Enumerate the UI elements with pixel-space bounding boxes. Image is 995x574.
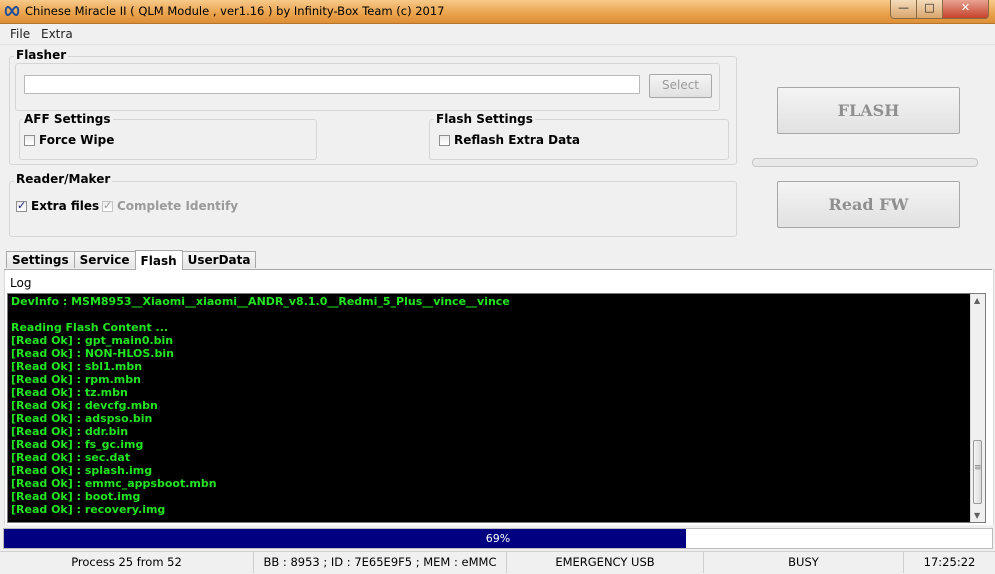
progress-bar: 69%: [3, 528, 993, 549]
log-line: [Read Ok] : gpt_main0.bin: [11, 334, 174, 347]
scroll-down-arrow-icon[interactable]: ▼: [974, 511, 980, 520]
side-progress-bar: [752, 158, 978, 167]
infinity-icon: [4, 5, 20, 17]
log-line: [Read Ok] : devcfg.mbn: [11, 399, 158, 412]
status-bar: Process 25 from 52 BB : 8953 ; ID : 7E65…: [0, 551, 995, 574]
tab-service[interactable]: Service: [73, 251, 136, 268]
flash-settings-label: Flash Settings: [434, 112, 535, 126]
aff-settings-label: AFF Settings: [22, 112, 113, 126]
extra-files-label: Extra files: [31, 199, 100, 213]
log-label: Log: [10, 276, 32, 290]
log-line: DevInfo : MSM8953__Xiaomi__xiaomi__ANDR_…: [11, 295, 510, 308]
status-state: BUSY: [704, 552, 904, 573]
log-console[interactable]: DevInfo : MSM8953__Xiaomi__xiaomi__ANDR_…: [7, 293, 986, 523]
tab-strip: Settings Service Flash UserData: [6, 250, 257, 270]
checkbox-box[interactable]: [24, 134, 35, 146]
force-wipe-label: Force Wipe: [39, 133, 115, 147]
tab-flash[interactable]: Flash: [134, 250, 183, 270]
reader-maker-label: Reader/Maker: [14, 172, 113, 186]
log-line: [Read Ok] : rpm.mbn: [11, 373, 141, 386]
scroll-up-arrow-icon[interactable]: ▲: [974, 296, 980, 305]
log-line: [Read Ok] : boot.img: [11, 490, 141, 503]
menu-bar: File Extra: [0, 24, 995, 45]
progress-percent: 69%: [485, 532, 511, 545]
log-line: [Read Ok] : fs_gc.img: [11, 438, 144, 451]
status-device-info: BB : 8953 ; ID : 7E65E9F5 ; MEM : eMMC: [254, 552, 507, 573]
close-button[interactable]: ✕: [943, 0, 989, 19]
extra-files-checkbox[interactable]: Extra files: [16, 199, 99, 213]
log-line: [Read Ok] : splash.img: [11, 464, 153, 477]
log-line: [Read Ok] : sbl1.mbn: [11, 360, 143, 373]
log-line: [Read Ok] : ddr.bin: [11, 425, 129, 438]
complete-identify-checkbox: Complete Identify: [102, 199, 238, 213]
log-line: [Read Ok] : NON-HLOS.bin: [11, 347, 174, 360]
status-process: Process 25 from 52: [0, 552, 254, 573]
read-fw-button[interactable]: Read FW: [777, 181, 960, 228]
tab-userdata[interactable]: UserData: [181, 251, 257, 268]
title-bar: Chinese Miracle II ( QLM Module , ver1.1…: [0, 0, 995, 24]
reflash-extra-data-label: Reflash Extra Data: [454, 133, 580, 147]
complete-identify-label: Complete Identify: [117, 199, 239, 213]
tab-settings[interactable]: Settings: [6, 251, 75, 268]
menu-extra[interactable]: Extra: [41, 27, 73, 41]
log-line: [Read Ok] : emmc_appsboot.mbn: [11, 477, 217, 490]
reflash-extra-data-checkbox[interactable]: Reflash Extra Data: [439, 133, 580, 147]
log-lines: DevInfo : MSM8953__Xiaomi__xiaomi__ANDR_…: [11, 295, 971, 516]
log-scrollbar[interactable]: ▲ ▼: [970, 294, 985, 522]
status-time: 17:25:22: [923, 555, 976, 569]
checkbox-box[interactable]: [16, 199, 27, 212]
checkbox-box: [102, 199, 113, 212]
log-line: [Read Ok] : adspso.bin: [11, 412, 153, 425]
flasher-label: Flasher: [14, 48, 69, 62]
select-button[interactable]: Select: [649, 74, 712, 98]
force-wipe-checkbox[interactable]: Force Wipe: [24, 133, 114, 147]
checkbox-box[interactable]: [439, 134, 450, 146]
flash-button[interactable]: FLASH: [777, 87, 960, 134]
maximize-button[interactable]: □: [917, 0, 943, 19]
firmware-path-input[interactable]: [24, 75, 640, 94]
log-line: [Read Ok] : sec.dat: [11, 451, 131, 464]
minimize-button[interactable]: —: [890, 0, 917, 19]
log-line: [Read Ok] : recovery.img: [11, 503, 166, 516]
log-line: [Read Ok] : tz.mbn: [11, 386, 128, 399]
menu-file[interactable]: File: [10, 27, 30, 41]
status-connection-mode: EMERGENCY USB: [507, 552, 704, 573]
window-title: Chinese Miracle II ( QLM Module , ver1.1…: [25, 4, 445, 18]
scrollbar-thumb[interactable]: [973, 440, 982, 504]
log-line: Reading Flash Content ...: [11, 321, 169, 334]
